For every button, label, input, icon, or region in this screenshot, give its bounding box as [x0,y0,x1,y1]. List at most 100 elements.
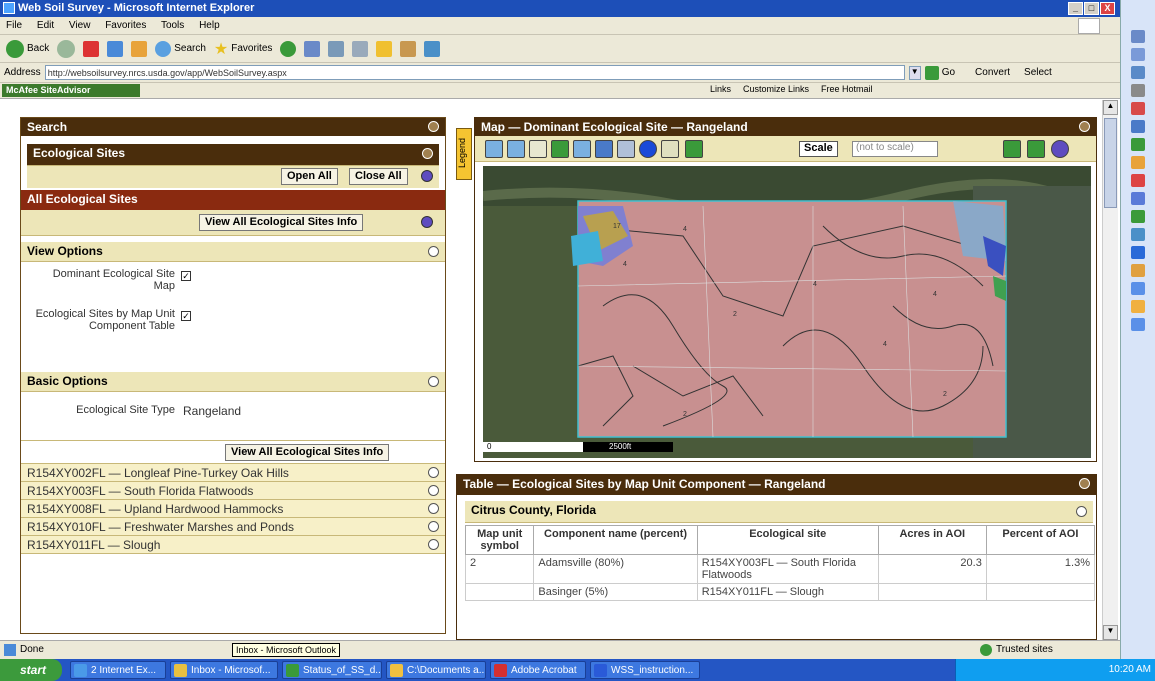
go-button[interactable]: Go [924,65,955,80]
mail-icon[interactable] [304,40,321,57]
site-row-r154xy002fl[interactable]: R154XY002FL — Longleaf Pine-Turkey Oak H… [21,464,445,482]
layers-icon[interactable] [1027,140,1045,158]
menu-file[interactable]: File [6,20,22,31]
menu-favorites[interactable]: Favorites [105,20,146,31]
zoom-full-icon[interactable] [551,140,569,158]
print-icon[interactable] [328,40,345,57]
quick-icon-16[interactable] [1131,300,1145,313]
site-row-r154xy008fl[interactable]: R154XY008FL — Upland Hardwood Hammocks [21,500,445,518]
expand-icon[interactable] [428,246,439,257]
quick-icon-5[interactable] [1131,102,1145,115]
help-icon[interactable] [421,216,433,228]
start-button[interactable]: start [0,659,62,681]
minimize-button[interactable]: _ [1068,2,1083,15]
scrollbar-thumb[interactable] [1104,118,1117,208]
quick-icon-6[interactable] [1131,120,1145,133]
edit-icon[interactable] [352,40,369,57]
quick-icon-9[interactable] [1131,174,1145,187]
zoom-aoi-icon[interactable] [573,140,591,158]
help-icon[interactable] [421,170,433,182]
quick-icon-1[interactable] [1131,30,1145,43]
task-internet-explorer[interactable]: 2 Internet Ex... [70,661,166,679]
legend-toggle-icon[interactable] [1003,140,1021,158]
close-button[interactable]: X [1100,2,1115,15]
research-icon[interactable] [400,40,417,57]
quick-icon-11[interactable] [1131,210,1145,223]
expand-icon[interactable] [428,503,439,514]
search-header[interactable]: Search [21,118,445,136]
view-all-ecological-sites-info-button-2[interactable]: View All Ecological Sites Info [225,444,390,461]
quick-icon-17[interactable] [1131,318,1145,331]
scroll-down-icon[interactable]: ▼ [1103,625,1118,640]
quick-icon-12[interactable] [1131,228,1145,241]
mcafee-siteadvisor-button[interactable]: McAfee SiteAdvisor [2,84,140,97]
task-status-doc[interactable]: Status_of_SS_d... [282,661,382,679]
task-adobe-acrobat[interactable]: Adobe Acrobat [490,661,586,679]
task-outlook[interactable]: Inbox - Microsof... [170,661,278,679]
expand-icon[interactable] [428,376,439,387]
expand-icon[interactable] [428,539,439,550]
quick-icon-2[interactable] [1131,48,1145,61]
help-icon[interactable] [1051,140,1069,158]
scroll-up-icon[interactable]: ▲ [1103,100,1118,115]
expand-icon[interactable] [428,467,439,478]
site-row-r154xy011fl[interactable]: R154XY011FL — Slough [21,536,445,554]
page-scrollbar[interactable]: ▲ ▼ [1102,100,1118,640]
refresh-icon[interactable] [107,40,124,57]
basic-options-header[interactable]: Basic Options [21,372,445,392]
quick-icon-15[interactable] [1131,282,1145,295]
quick-icon-10[interactable] [1131,192,1145,205]
forward-button[interactable] [57,39,76,58]
maximize-button[interactable]: □ [1084,2,1099,15]
collapse-icon[interactable] [1079,121,1090,132]
expand-icon[interactable] [428,521,439,532]
collapse-icon[interactable] [422,148,433,159]
pan-icon[interactable] [529,140,547,158]
collapse-icon[interactable] [1079,478,1090,489]
address-dropdown-icon[interactable]: ▼ [908,65,921,80]
expand-icon[interactable] [1076,506,1087,517]
expand-icon[interactable] [428,485,439,496]
media-icon[interactable] [280,40,297,57]
quick-icon-4[interactable] [1131,84,1145,97]
zoom-in-icon[interactable] [485,140,503,158]
view-all-ecological-sites-info-button[interactable]: View All Ecological Sites Info [199,214,364,231]
quick-icon-8[interactable] [1131,156,1145,169]
menu-edit[interactable]: Edit [37,20,54,31]
collapse-icon[interactable] [428,121,439,132]
open-all-button[interactable]: Open All [281,168,338,185]
site-row-r154xy010fl[interactable]: R154XY010FL — Freshwater Marshes and Pon… [21,518,445,536]
quick-icon-7[interactable] [1131,138,1145,151]
task-wss-instruction[interactable]: WSS_instruction... [590,661,700,679]
task-documents-folder[interactable]: C:\Documents a... [386,661,486,679]
search-button[interactable]: Search [155,40,206,57]
scale-button[interactable]: Scale [799,141,838,157]
back-button[interactable]: Back [6,39,49,58]
map-image[interactable]: 17 4 4 4 4 4 2 2 2 [483,166,1091,458]
home-icon[interactable] [131,40,148,57]
stop-icon[interactable] [83,40,100,57]
convert-button[interactable]: Convert [975,67,1010,78]
identify-icon[interactable] [639,140,657,158]
select-button[interactable]: Select [1024,67,1052,78]
folder-icon[interactable] [376,40,393,57]
tray-clock[interactable]: 10:20 AM [1109,664,1151,675]
menu-view[interactable]: View [69,20,91,31]
zoom-out-icon[interactable] [507,140,525,158]
measure-icon[interactable] [661,140,679,158]
favorites-button[interactable]: ★ Favorites [214,39,272,59]
customize-links-link[interactable]: Customize Links [743,84,809,94]
county-header[interactable]: Citrus County, Florida [465,501,1093,523]
quick-icon-13[interactable] [1131,246,1145,259]
address-input[interactable] [44,65,905,80]
print-map-icon[interactable] [685,140,703,158]
quick-icon-3[interactable] [1131,66,1145,79]
eco-sites-table-checkbox[interactable]: ✓ [181,311,191,321]
view-options-header[interactable]: View Options [21,242,445,262]
dominant-map-checkbox[interactable]: ✓ [181,271,191,281]
site-row-r154xy003fl[interactable]: R154XY003FL — South Florida Flatwoods [21,482,445,500]
ecological-sites-header[interactable]: Ecological Sites [27,144,439,166]
back-extent-icon[interactable] [595,140,613,158]
map-view[interactable]: 17 4 4 4 4 4 2 2 2 0 2500ft [483,166,1091,458]
menu-tools[interactable]: Tools [161,20,184,31]
